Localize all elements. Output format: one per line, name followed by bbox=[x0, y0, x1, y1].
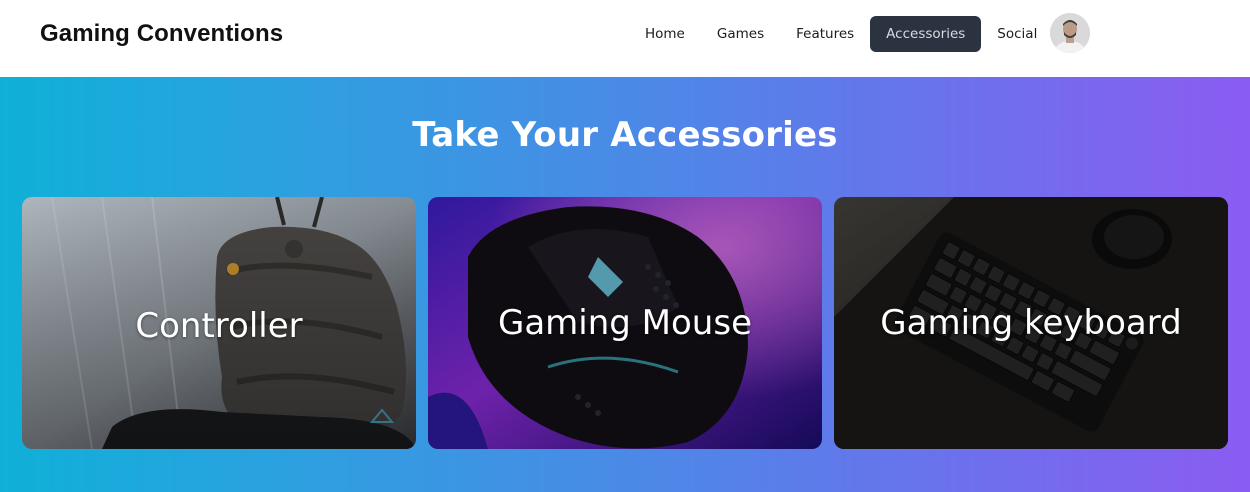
card-label-gaming-keyboard: Gaming keyboard bbox=[880, 303, 1182, 343]
card-gaming-keyboard[interactable]: Gaming keyboard bbox=[834, 197, 1228, 449]
top-navbar: Gaming Conventions Home Games Features A… bbox=[0, 0, 1250, 77]
page: Gaming Conventions Home Games Features A… bbox=[0, 0, 1250, 492]
nav-accessories[interactable]: Accessories bbox=[870, 16, 982, 52]
card-label-gaming-mouse: Gaming Mouse bbox=[497, 303, 752, 343]
nav-features[interactable]: Features bbox=[780, 16, 870, 52]
card-gaming-mouse[interactable]: Gaming Mouse bbox=[428, 197, 822, 449]
user-avatar[interactable] bbox=[1050, 13, 1090, 53]
nav-games[interactable]: Games bbox=[701, 16, 780, 52]
card-controller[interactable]: Controller bbox=[22, 197, 416, 449]
accessories-section: Take Your Accessories Controller Gaming … bbox=[0, 77, 1250, 492]
brand-title[interactable]: Gaming Conventions bbox=[40, 19, 283, 49]
card-label-controller: Controller bbox=[135, 306, 303, 346]
avatar-image bbox=[1050, 13, 1090, 53]
section-title: Take Your Accessories bbox=[412, 115, 838, 155]
nav-social[interactable]: Social bbox=[981, 16, 1053, 52]
main-nav: Home Games Features Accessories Social bbox=[629, 16, 1053, 52]
nav-home[interactable]: Home bbox=[629, 16, 701, 52]
